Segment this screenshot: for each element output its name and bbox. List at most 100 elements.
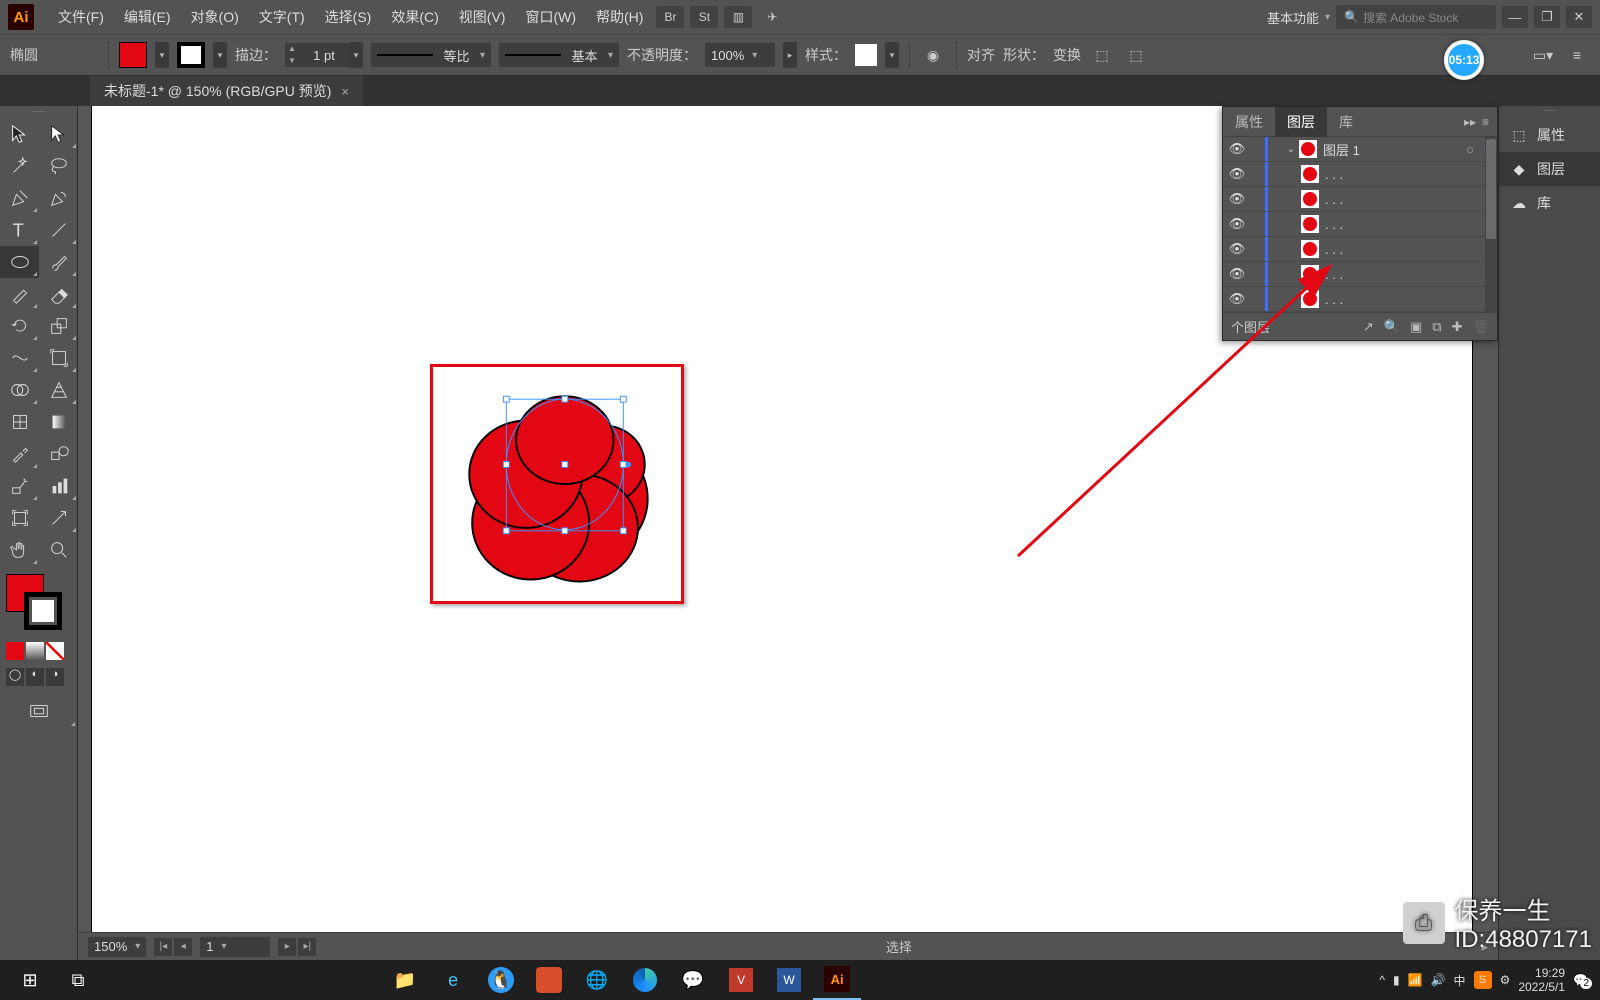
sublayer-name[interactable]: . . . [1325, 242, 1479, 257]
curvature-tool[interactable] [39, 182, 78, 214]
gradient-tool[interactable] [39, 406, 78, 438]
isolate-icon[interactable]: ⬚ [1089, 43, 1115, 67]
stroke-proxy[interactable] [24, 592, 62, 630]
gradient-mode-icon[interactable] [26, 642, 44, 660]
ellipse-tool[interactable] [0, 246, 39, 278]
menu-window[interactable]: 窗口(W) [515, 3, 586, 31]
layer-row-parent[interactable]: 👁 ⌄ 图层 1 ○ ■ [1223, 137, 1497, 162]
sublayer-row[interactable]: 👁. . .○ [1223, 162, 1497, 187]
last-icon[interactable]: ▸| [298, 938, 316, 956]
slice-tool[interactable] [39, 502, 78, 534]
tab-properties[interactable]: 属性 [1223, 107, 1275, 137]
dock-properties[interactable]: ⬚属性 [1499, 118, 1600, 152]
new-layer-icon[interactable]: ✚ [1452, 319, 1463, 335]
task-view-icon[interactable]: ⧉ [54, 960, 102, 1000]
menu-object[interactable]: 对象(O) [181, 3, 249, 31]
taskbar-app1[interactable] [525, 960, 573, 1000]
tray-overflow-icon[interactable]: ^ [1379, 973, 1385, 987]
system-tray[interactable]: ^ ▮ 📶 🔊 中 S ⚙ 19:292022/5/1 💬2 [1379, 966, 1594, 994]
taskbar-edge-legacy[interactable]: e [429, 960, 477, 1000]
locate-object-icon[interactable]: ↗ [1363, 319, 1374, 335]
style-swatch[interactable] [855, 44, 877, 66]
taskbar-wechat[interactable]: 💬 [669, 960, 717, 1000]
perspective-tool[interactable] [39, 374, 78, 406]
free-transform-tool[interactable] [39, 342, 78, 374]
stroke-swatch[interactable] [177, 42, 205, 68]
transform-label[interactable]: 变换 [1053, 45, 1081, 65]
sublayer-name[interactable]: . . . [1325, 192, 1479, 207]
disclosure-icon[interactable]: ⌄ [1283, 144, 1299, 155]
dock-layers[interactable]: ◆图层 [1499, 152, 1600, 186]
align-label[interactable]: 对齐 [967, 45, 995, 65]
start-button[interactable]: ⊞ [6, 960, 54, 1000]
line-tool[interactable] [39, 214, 78, 246]
layer-thumbnail[interactable] [1301, 290, 1319, 308]
taskbar-chrome[interactable]: 🌐 [573, 960, 621, 1000]
taskbar-app2[interactable]: V [717, 960, 765, 1000]
sublayer-name[interactable]: . . . [1325, 217, 1479, 232]
sublayer-row[interactable]: 👁. . .○ [1223, 287, 1497, 312]
fill-swatch-menu[interactable]: ▾ [155, 42, 169, 68]
zoom-dropdown[interactable]: 150% [88, 937, 146, 957]
visibility-toggle[interactable]: 👁 [1223, 241, 1251, 257]
shape-builder-tool[interactable] [0, 374, 39, 406]
search-stock-input[interactable]: 🔍 搜索 Adobe Stock [1336, 5, 1496, 29]
gpu-icon[interactable]: ✈ [758, 6, 786, 28]
magic-wand-tool[interactable] [0, 150, 39, 182]
mesh-tool[interactable] [0, 406, 39, 438]
brush-def-dropdown[interactable]: 基本 [499, 43, 619, 67]
type-tool[interactable]: T [0, 214, 39, 246]
visibility-toggle[interactable]: 👁 [1223, 216, 1251, 232]
width-tool[interactable] [0, 342, 39, 374]
graph-tool[interactable] [39, 470, 78, 502]
sublayer-row[interactable]: 👁. . .○ [1223, 212, 1497, 237]
panel-menu-icon[interactable]: ≡ [1564, 43, 1590, 67]
tray-clock[interactable]: 19:292022/5/1 [1518, 966, 1565, 994]
target-icon[interactable]: ○ [1461, 142, 1479, 157]
stock-icon[interactable]: St [690, 6, 718, 28]
fill-stroke-proxy[interactable] [0, 574, 77, 638]
opacity-more[interactable]: ▸ [783, 42, 797, 68]
layer-thumbnail[interactable] [1301, 240, 1319, 258]
eraser-tool[interactable] [39, 278, 78, 310]
none-mode-icon[interactable] [46, 642, 64, 660]
tools-grip[interactable]: ┄┄ [0, 106, 77, 118]
fill-swatch[interactable] [119, 42, 147, 68]
window-close[interactable]: ✕ [1566, 6, 1592, 28]
shape-label[interactable]: 形状： [1003, 45, 1045, 65]
first-icon[interactable]: |◂ [154, 938, 172, 956]
prev-icon[interactable]: ◂ [174, 938, 192, 956]
selection-tool[interactable] [0, 118, 39, 150]
menu-help[interactable]: 帮助(H) [586, 3, 653, 31]
tab-libraries[interactable]: 库 [1327, 107, 1365, 137]
visibility-toggle[interactable]: 👁 [1223, 191, 1251, 207]
menu-edit[interactable]: 编辑(E) [114, 3, 181, 31]
sublayer-name[interactable]: . . . [1325, 292, 1479, 307]
eyedropper-tool[interactable] [0, 438, 39, 470]
new-sublayer-icon[interactable]: ⧉ [1432, 319, 1441, 335]
window-restore[interactable]: ❐ [1534, 6, 1560, 28]
artboard-number[interactable]: 1 [200, 937, 270, 957]
make-clip-icon[interactable]: ▣ [1410, 319, 1422, 335]
zoom-tool[interactable] [39, 534, 78, 566]
color-mode-icon[interactable] [6, 642, 24, 660]
screen-mode-icon[interactable] [0, 696, 77, 728]
pen-tool[interactable] [0, 182, 39, 214]
visibility-toggle[interactable]: 👁 [1223, 291, 1251, 307]
menu-effect[interactable]: 效果(C) [381, 3, 448, 31]
draw-inside-icon[interactable]: ◑ [46, 668, 64, 686]
direct-selection-tool[interactable] [39, 118, 78, 150]
artboard-tool[interactable] [0, 502, 39, 534]
sublayer-name[interactable]: . . . [1325, 267, 1479, 282]
tray-volume-icon[interactable]: 🔊 [1431, 973, 1446, 987]
tray-ime[interactable]: 中 [1454, 972, 1466, 989]
tray-battery-icon[interactable]: ▮ [1393, 973, 1400, 987]
arrange-icon[interactable]: ▥ [724, 6, 752, 28]
isolate2-icon[interactable]: ⬚ [1123, 43, 1149, 67]
next-icon[interactable]: ▸ [278, 938, 296, 956]
blend-tool[interactable] [39, 438, 78, 470]
search-layer-icon[interactable]: 🔍 [1384, 319, 1400, 335]
layer-thumbnail[interactable] [1299, 140, 1317, 158]
tray-notifications-icon[interactable]: 💬2 [1573, 973, 1588, 987]
dock-libraries[interactable]: ☁库 [1499, 186, 1600, 220]
